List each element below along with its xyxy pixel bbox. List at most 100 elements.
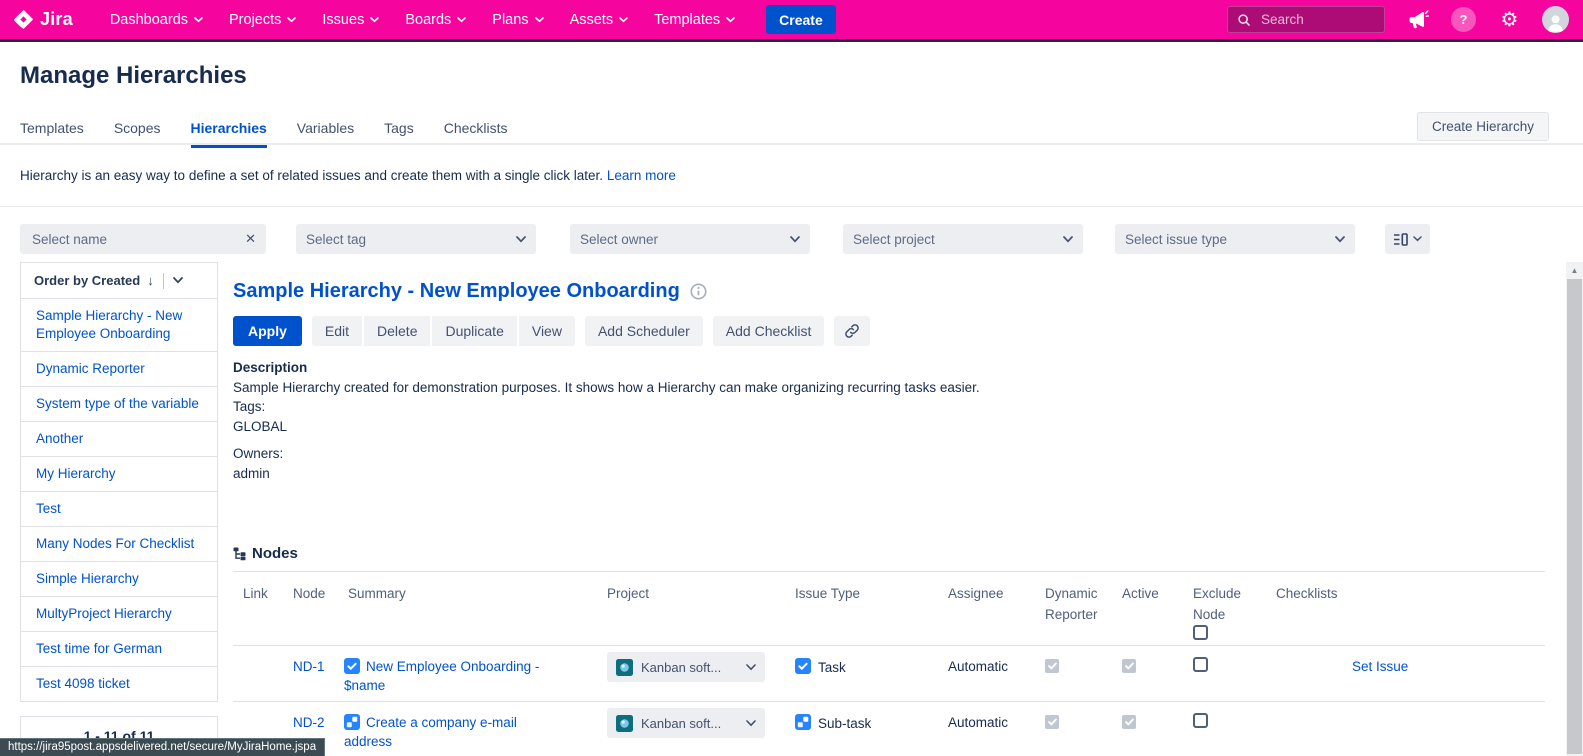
- project-select-placeholder: Select project: [853, 232, 935, 247]
- sidebar-item-test-time-german[interactable]: Test time for German: [20, 632, 218, 667]
- nav-item-issues[interactable]: Issues: [313, 6, 388, 34]
- sidebar-item-my-hierarchy[interactable]: My Hierarchy: [20, 457, 218, 492]
- settings-button[interactable]: ⚙: [1496, 6, 1523, 33]
- jira-logo-icon: [14, 10, 33, 29]
- create-button[interactable]: Create: [766, 5, 836, 34]
- owner-select-placeholder: Select owner: [580, 232, 658, 247]
- person-icon: [1545, 12, 1566, 33]
- nav-item-projects[interactable]: Projects: [220, 6, 305, 34]
- check-icon: [1048, 718, 1057, 726]
- description-block: Description Sample Hierarchy created for…: [233, 358, 1545, 483]
- col-issue-type: Issue Type: [785, 583, 938, 640]
- status-url-tooltip: https://jira95post.appsdelivered.net/sec…: [0, 738, 325, 756]
- nav-item-plans[interactable]: Plans: [483, 6, 552, 34]
- col-node: Node: [283, 583, 338, 640]
- edit-button-group: Edit Delete Duplicate View: [312, 316, 575, 346]
- view-button[interactable]: View: [519, 316, 575, 346]
- summary-cell: Create a company e-mail address: [338, 713, 597, 751]
- checked-disabled-checkbox: [1045, 659, 1059, 673]
- issue-type-label: Sub-task: [818, 714, 871, 733]
- nav-item-label: Dashboards: [110, 12, 188, 28]
- order-by-control[interactable]: Order by Created ↓: [20, 262, 218, 299]
- node-key-link[interactable]: ND-1: [293, 659, 325, 674]
- user-avatar[interactable]: [1542, 6, 1569, 33]
- filter-tag-select[interactable]: Select tag: [296, 224, 536, 254]
- chevron-down-icon: [370, 17, 379, 23]
- sidebar-item-test[interactable]: Test: [20, 492, 218, 527]
- info-icon[interactable]: [690, 283, 707, 300]
- nav-item-label: Assets: [570, 12, 614, 28]
- chevron-down-icon: [194, 17, 203, 23]
- nav-item-label: Templates: [654, 12, 720, 28]
- search-icon: [1237, 13, 1251, 27]
- scrollbar-thumb[interactable]: [1567, 279, 1582, 754]
- project-dropdown[interactable]: Kanban soft...: [607, 708, 765, 738]
- tabs-divider: [0, 143, 1583, 145]
- copy-link-button[interactable]: [834, 316, 870, 346]
- clear-icon[interactable]: ✕: [245, 231, 256, 247]
- page-title: Manage Hierarchies: [20, 62, 247, 90]
- node-key-link[interactable]: ND-2: [293, 715, 325, 730]
- col-link: Link: [233, 583, 283, 640]
- filter-name-field[interactable]: ✕: [20, 224, 266, 254]
- owners-label: Owners:: [233, 444, 1545, 464]
- filter-owner-select[interactable]: Select owner: [570, 224, 810, 254]
- checked-disabled-checkbox: [1045, 715, 1059, 729]
- check-icon: [1125, 662, 1134, 670]
- help-button[interactable]: ?: [1450, 6, 1477, 33]
- sort-direction-icon[interactable]: ↓: [147, 273, 154, 288]
- nav-item-label: Boards: [405, 12, 451, 28]
- project-cell: Kanban soft...: [597, 713, 785, 751]
- nav-item-dashboards[interactable]: Dashboards: [101, 6, 212, 34]
- sidebar-item-sample-hierarchy[interactable]: Sample Hierarchy - New Employee Onboardi…: [20, 299, 218, 352]
- sidebar-item-dynamic-reporter[interactable]: Dynamic Reporter: [20, 352, 218, 387]
- add-checklist-button[interactable]: Add Checklist: [713, 316, 825, 346]
- filter-issue-type-select[interactable]: Select issue type: [1115, 224, 1355, 254]
- duplicate-button[interactable]: Duplicate: [432, 316, 518, 346]
- set-issue-link[interactable]: Set Issue: [1352, 659, 1408, 674]
- checked-disabled-checkbox: [1122, 715, 1136, 729]
- exclude-all-checkbox[interactable]: [1193, 625, 1208, 640]
- chevron-down-icon: [287, 17, 296, 23]
- summary-link[interactable]: New Employee Onboarding - $name: [344, 659, 539, 693]
- sidebar-item-multyproject[interactable]: MultyProject Hierarchy: [20, 597, 218, 632]
- add-scheduler-button[interactable]: Add Scheduler: [585, 316, 703, 346]
- create-hierarchy-button[interactable]: Create Hierarchy: [1417, 112, 1549, 141]
- owners-value: admin: [233, 464, 1545, 484]
- global-search[interactable]: [1227, 6, 1385, 33]
- hierarchy-detail: Sample Hierarchy - New Employee Onboardi…: [233, 262, 1545, 483]
- action-buttons: Apply Edit Delete Duplicate View Add Sch…: [233, 316, 1545, 346]
- search-input[interactable]: [1259, 11, 1373, 28]
- sidebar-item-simple-hierarchy[interactable]: Simple Hierarchy: [20, 562, 218, 597]
- issue-type-label: Task: [818, 658, 846, 677]
- vertical-scrollbar[interactable]: ▲: [1566, 262, 1583, 756]
- project-avatar-icon: [616, 715, 633, 732]
- summary-link[interactable]: Create a company e-mail address: [344, 715, 517, 749]
- view-layout-toggle[interactable]: [1385, 224, 1430, 254]
- filter-project-select[interactable]: Select project: [843, 224, 1083, 254]
- scrollbar-up-arrow[interactable]: ▲: [1566, 262, 1583, 278]
- edit-button[interactable]: Edit: [312, 316, 364, 346]
- announcements-button[interactable]: [1404, 6, 1431, 33]
- project-avatar-icon: [616, 659, 633, 676]
- nav-item-boards[interactable]: Boards: [396, 6, 475, 34]
- exclude-node-checkbox[interactable]: [1193, 713, 1208, 728]
- project-dropdown[interactable]: Kanban soft...: [607, 652, 765, 682]
- megaphone-icon: [1407, 10, 1429, 30]
- sidebar-item-test-4098[interactable]: Test 4098 ticket: [20, 667, 218, 702]
- dynamic-reporter-cell: [1035, 657, 1112, 695]
- dynamic-reporter-cell: [1035, 713, 1112, 751]
- name-filter-input[interactable]: [30, 231, 245, 248]
- exclude-node-checkbox[interactable]: [1193, 657, 1208, 672]
- sidebar-item-system-type[interactable]: System type of the variable: [20, 387, 218, 422]
- nav-item-label: Issues: [322, 12, 364, 28]
- nav-item-assets[interactable]: Assets: [561, 6, 638, 34]
- learn-more-link[interactable]: Learn more: [607, 168, 676, 183]
- jira-logo[interactable]: Jira: [14, 9, 73, 30]
- sidebar-item-another[interactable]: Another: [20, 422, 218, 457]
- delete-button[interactable]: Delete: [364, 316, 432, 346]
- nav-item-templates[interactable]: Templates: [645, 6, 744, 34]
- apply-button[interactable]: Apply: [233, 316, 302, 346]
- hierarchy-title-row: Sample Hierarchy - New Employee Onboardi…: [233, 280, 1545, 303]
- sidebar-item-many-nodes[interactable]: Many Nodes For Checklist: [20, 527, 218, 562]
